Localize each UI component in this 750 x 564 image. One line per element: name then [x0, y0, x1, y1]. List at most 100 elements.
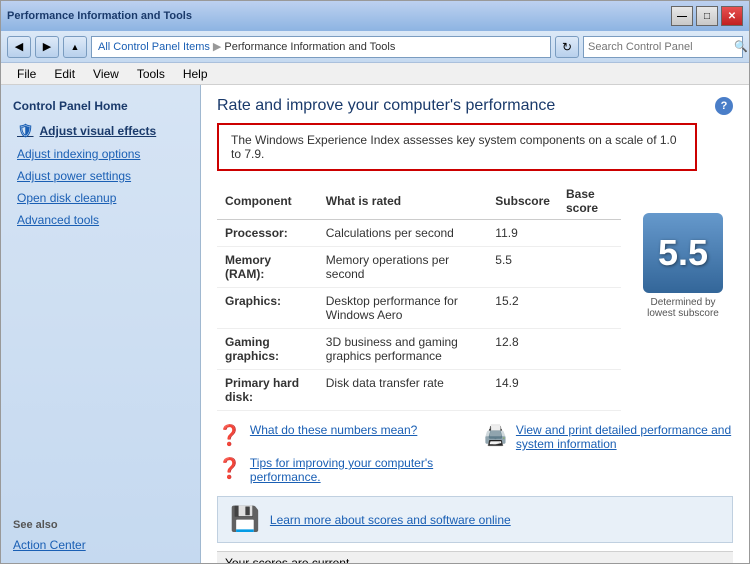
sidebar-title[interactable]: Control Panel Home: [1, 93, 200, 119]
window-title: Performance Information and Tools: [7, 10, 192, 22]
sidebar-link-label: Adjust power settings: [17, 169, 131, 183]
address-root[interactable]: All Control Panel Items: [98, 41, 210, 53]
status-line1: Your scores are current: [225, 556, 412, 563]
links-right: 🖨️ View and print detailed performance a…: [483, 423, 733, 484]
row-disk-component: Primary hard disk:: [217, 370, 318, 411]
row-gaming-component: Gaming graphics:: [217, 329, 318, 370]
links-left: ❓ What do these numbers mean? ❓ Tips for…: [217, 423, 467, 484]
forward-button[interactable]: ▶: [35, 36, 59, 58]
printer-icon: 🖨️: [483, 423, 508, 448]
row-disk-subscore: 14.9: [487, 370, 558, 411]
row-disk-base: [558, 370, 621, 411]
back-button[interactable]: ◀: [7, 36, 31, 58]
col-subscore: Subscore: [487, 183, 558, 220]
table-left: Component What is rated Subscore Base sc…: [217, 183, 621, 423]
address-current: Performance Information and Tools: [224, 41, 395, 53]
row-processor-what: Calculations per second: [318, 220, 488, 247]
sidebar-link-label: Adjust visual effects: [40, 124, 157, 138]
tips-link[interactable]: Tips for improving your computer's perfo…: [250, 456, 467, 484]
sidebar-link-label: Advanced tools: [17, 213, 99, 227]
sidebar-item-adjust-indexing[interactable]: Adjust indexing options: [1, 143, 200, 165]
main-window: Performance Information and Tools — □ ✕ …: [0, 0, 750, 564]
info-box: The Windows Experience Index assesses ke…: [217, 123, 697, 171]
page-title: Rate and improve your computer's perform…: [217, 97, 555, 115]
score-label: Determined by lowest subscore: [638, 297, 728, 319]
title-bar: Performance Information and Tools — □ ✕: [1, 1, 749, 31]
info-footer-icon: 💾: [230, 505, 260, 534]
address-separator: ▶: [213, 40, 221, 53]
table-row: Primary hard disk: Disk data transfer ra…: [217, 370, 621, 411]
menu-file[interactable]: File: [9, 65, 44, 83]
sidebar-item-disk-cleanup[interactable]: Open disk cleanup: [1, 187, 200, 209]
sidebar-action-center[interactable]: Action Center: [1, 535, 200, 555]
info-footer: 💾 Learn more about scores and software o…: [217, 496, 733, 543]
menu-edit[interactable]: Edit: [46, 65, 83, 83]
search-input[interactable]: [588, 41, 730, 53]
see-also-label: See also: [1, 511, 200, 535]
row-memory-component: Memory (RAM):: [217, 247, 318, 288]
refresh-button[interactable]: ↻: [555, 36, 579, 58]
status-bar: Your scores are current Last update: 1/2…: [217, 551, 733, 563]
close-button[interactable]: ✕: [721, 6, 743, 26]
row-processor-subscore: 11.9: [487, 220, 558, 247]
shield-icon: 🛡: [17, 123, 34, 139]
content-header: Rate and improve your computer's perform…: [217, 97, 733, 115]
sidebar-link-label: Open disk cleanup: [17, 191, 116, 205]
table-row: Gaming graphics: 3D business and gaming …: [217, 329, 621, 370]
content-area: Rate and improve your computer's perform…: [201, 85, 749, 563]
score-box: 5.5: [643, 213, 723, 293]
col-what-rated: What is rated: [318, 183, 488, 220]
table-row: Processor: Calculations per second 11.9: [217, 220, 621, 247]
table-row: Graphics: Desktop performance for Window…: [217, 288, 621, 329]
link-numbers-meaning: ❓ What do these numbers mean?: [217, 423, 467, 448]
sidebar-spacer: [1, 231, 200, 511]
row-graphics-subscore: 15.2: [487, 288, 558, 329]
sidebar-link-label: Adjust indexing options: [17, 147, 140, 161]
address-bar: ◀ ▶ ▲ All Control Panel Items ▶ Performa…: [1, 31, 749, 63]
link-tips: ❓ Tips for improving your computer's per…: [217, 456, 467, 484]
view-print-link[interactable]: View and print detailed performance and …: [516, 423, 733, 451]
score-area: 5.5 Determined by lowest subscore: [633, 183, 733, 423]
col-base-score: Base score: [558, 183, 621, 220]
main-area: Control Panel Home 🛡 Adjust visual effec…: [1, 85, 749, 563]
address-path: All Control Panel Items ▶ Performance In…: [91, 36, 551, 58]
title-bar-buttons: — □ ✕: [671, 6, 743, 26]
link-view-print: 🖨️ View and print detailed performance a…: [483, 423, 733, 451]
table-row: Memory (RAM): Memory operations per seco…: [217, 247, 621, 288]
row-processor-base: [558, 220, 621, 247]
table-header-row: Component What is rated Subscore Base sc…: [217, 183, 621, 220]
question-icon-2: ❓: [217, 456, 242, 481]
row-gaming-what: 3D business and gaming graphics performa…: [318, 329, 488, 370]
row-disk-what: Disk data transfer rate: [318, 370, 488, 411]
menu-help[interactable]: Help: [175, 65, 216, 83]
info-box-text: The Windows Experience Index assesses ke…: [231, 133, 677, 161]
help-icon[interactable]: ?: [715, 97, 733, 115]
row-memory-base: [558, 247, 621, 288]
maximize-button[interactable]: □: [696, 6, 718, 26]
menu-view[interactable]: View: [85, 65, 127, 83]
performance-table: Component What is rated Subscore Base sc…: [217, 183, 621, 411]
sidebar-item-advanced-tools[interactable]: Advanced tools: [1, 209, 200, 231]
sidebar-item-adjust-visual-effects[interactable]: 🛡 Adjust visual effects: [1, 119, 200, 143]
score-value: 5.5: [658, 232, 708, 274]
row-processor-component: Processor:: [217, 220, 318, 247]
row-gaming-base: [558, 329, 621, 370]
row-graphics-what: Desktop performance for Windows Aero: [318, 288, 488, 329]
info-footer-link[interactable]: Learn more about scores and software onl…: [270, 513, 511, 527]
row-graphics-component: Graphics:: [217, 288, 318, 329]
row-memory-what: Memory operations per second: [318, 247, 488, 288]
table-wrapper: Component What is rated Subscore Base sc…: [217, 183, 733, 423]
minimize-button[interactable]: —: [671, 6, 693, 26]
links-section: ❓ What do these numbers mean? ❓ Tips for…: [217, 423, 733, 484]
search-box: 🔍: [583, 36, 743, 58]
menu-bar: File Edit View Tools Help: [1, 63, 749, 85]
sidebar-item-adjust-power[interactable]: Adjust power settings: [1, 165, 200, 187]
up-button[interactable]: ▲: [63, 36, 87, 58]
menu-tools[interactable]: Tools: [129, 65, 173, 83]
sidebar: Control Panel Home 🛡 Adjust visual effec…: [1, 85, 201, 563]
row-memory-subscore: 5.5: [487, 247, 558, 288]
numbers-meaning-link[interactable]: What do these numbers mean?: [250, 423, 417, 437]
col-component: Component: [217, 183, 318, 220]
row-gaming-subscore: 12.8: [487, 329, 558, 370]
question-icon-1: ❓: [217, 423, 242, 448]
